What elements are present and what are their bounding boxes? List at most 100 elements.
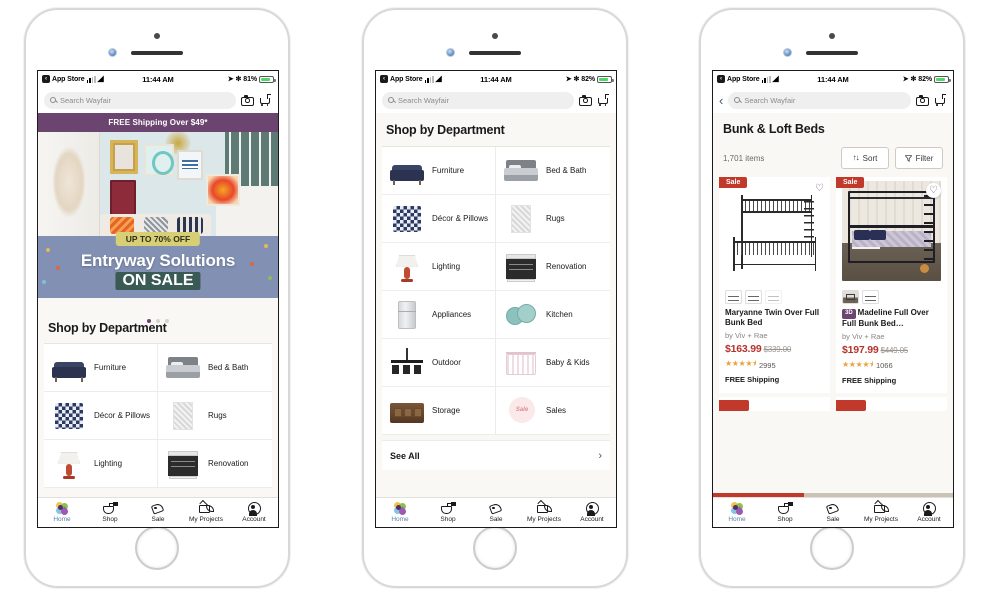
- flower-home-icon: [729, 500, 745, 517]
- tab-home[interactable]: Home: [713, 500, 761, 523]
- tab-account[interactable]: Account: [230, 502, 278, 523]
- swatch-thumbnail[interactable]: [842, 290, 859, 304]
- badge-3d: 3D: [842, 309, 856, 319]
- departments-scroll-content: Shop by Department Furniture Bed & Bath …: [376, 113, 616, 497]
- front-camera-icon: [446, 48, 455, 57]
- product-image[interactable]: Sale ♡: [836, 177, 947, 285]
- department-item-renovation[interactable]: Renovation: [496, 243, 610, 291]
- carousel-dot-1[interactable]: [147, 319, 151, 323]
- camera-icon[interactable]: [579, 94, 592, 106]
- department-item-bed-bath[interactable]: Bed & Bath: [158, 344, 272, 392]
- search-input[interactable]: Search Wayfair: [44, 91, 236, 109]
- department-label: Storage: [432, 406, 461, 415]
- home-button[interactable]: [810, 526, 854, 570]
- tab-label: Sale: [151, 516, 165, 523]
- department-label: Bed & Bath: [208, 363, 249, 372]
- tab-home[interactable]: Home: [38, 500, 86, 523]
- tab-home[interactable]: Home: [376, 500, 424, 523]
- camera-icon[interactable]: [916, 94, 929, 106]
- hero-carousel[interactable]: UP TO 70% OFF Entryway Solutions ON SALE: [38, 132, 278, 298]
- location-arrow-icon: ➤: [227, 76, 234, 83]
- department-item-kitchen[interactable]: Kitchen: [496, 291, 610, 339]
- tab-account[interactable]: Account: [905, 502, 953, 523]
- department-item-appliances[interactable]: Appliances: [382, 291, 496, 339]
- search-input[interactable]: Search Wayfair: [728, 91, 911, 109]
- promo-banner[interactable]: FREE Shipping Over $49*: [38, 113, 278, 132]
- tab-sale[interactable]: Sale: [472, 502, 520, 523]
- rug-icon: [502, 202, 540, 236]
- star-rating-icon: ★★★★⯨: [725, 359, 756, 368]
- battery-percent: 81%: [243, 75, 257, 83]
- home-button[interactable]: [473, 526, 517, 570]
- swatch-thumbnail[interactable]: [765, 290, 782, 304]
- tab-shop[interactable]: Shop: [86, 502, 134, 523]
- swatch-thumbnail[interactable]: [745, 290, 762, 304]
- tab-sale[interactable]: Sale: [809, 502, 857, 523]
- department-item-furniture[interactable]: Furniture: [382, 147, 496, 195]
- status-bar: ‹ App Store ◢ 11:44 AM ➤ ✻ 82%: [713, 71, 953, 87]
- tab-account[interactable]: Account: [568, 502, 616, 523]
- department-label: Lighting: [94, 459, 123, 468]
- department-item-renovation[interactable]: Renovation: [158, 440, 272, 488]
- carousel-dot-3[interactable]: [165, 319, 169, 323]
- hero-frame-red: [110, 180, 136, 216]
- hero-discount-badge: UP TO 70% OFF: [115, 232, 201, 246]
- sofa-icon: [50, 351, 88, 385]
- filter-button[interactable]: Filter: [895, 147, 943, 169]
- department-item-decor-pillows[interactable]: Décor & Pillows: [44, 392, 158, 440]
- status-app-label: App Store: [52, 75, 85, 83]
- bunk-bed-photo: [842, 181, 941, 281]
- star-rating-icon: ★★★★⯨: [842, 359, 873, 369]
- battery-icon: [259, 75, 276, 83]
- tab-label: Shop: [777, 516, 793, 523]
- product-card[interactable]: Sale ♡: [719, 177, 830, 393]
- tab-my-projects[interactable]: My Projects: [182, 499, 230, 523]
- tab-shop[interactable]: Shop: [424, 502, 472, 523]
- department-item-outdoor[interactable]: Outdoor: [382, 339, 496, 387]
- department-item-rugs[interactable]: Rugs: [496, 195, 610, 243]
- swatch-thumbnail[interactable]: [862, 290, 879, 304]
- carousel-dots[interactable]: [38, 319, 278, 323]
- product-card-partial[interactable]: [719, 396, 830, 411]
- battery-percent: 82%: [918, 75, 932, 83]
- see-all-button[interactable]: See All ›: [382, 440, 610, 470]
- crib-icon: [502, 346, 540, 380]
- carousel-dot-2[interactable]: [156, 319, 160, 323]
- department-item-lighting[interactable]: Lighting: [44, 440, 158, 488]
- home-button[interactable]: [135, 526, 179, 570]
- swatch-thumbnail[interactable]: [725, 290, 742, 304]
- tab-my-projects[interactable]: My Projects: [520, 499, 568, 523]
- tab-sale[interactable]: Sale: [134, 502, 182, 523]
- department-item-bed-bath[interactable]: Bed & Bath: [496, 147, 610, 195]
- department-item-sales[interactable]: Sale Sales: [496, 387, 610, 435]
- heart-outline-icon[interactable]: ♡: [815, 183, 824, 194]
- department-item-furniture[interactable]: Furniture: [44, 344, 158, 392]
- shopping-cart-icon[interactable]: [934, 94, 947, 106]
- department-label: Lighting: [432, 262, 461, 271]
- tab-my-projects[interactable]: My Projects: [857, 499, 905, 523]
- search-input[interactable]: Search Wayfair: [382, 91, 574, 109]
- product-card-partial[interactable]: [836, 396, 947, 411]
- heart-outline-icon[interactable]: ♡: [926, 183, 941, 198]
- rating-count: 1066: [875, 361, 893, 370]
- department-item-lighting[interactable]: Lighting: [382, 243, 496, 291]
- cabinet-icon: [502, 250, 540, 284]
- department-item-decor-pillows[interactable]: Décor & Pillows: [382, 195, 496, 243]
- status-bar: ‹ App Store ◢ 11:44 AM ➤ ✻ 82%: [376, 71, 616, 87]
- bluetooth-icon: ✻: [235, 76, 242, 83]
- sort-button[interactable]: ↑↓ Sort: [841, 147, 889, 169]
- sofa-icon: [388, 154, 426, 188]
- camera-icon[interactable]: [241, 94, 254, 106]
- department-item-storage[interactable]: Storage: [382, 387, 496, 435]
- earpiece-speaker: [806, 51, 858, 55]
- chevron-left-icon[interactable]: ‹: [719, 94, 723, 107]
- tab-shop[interactable]: Shop: [761, 502, 809, 523]
- product-price-row: $197.99 $449.05: [842, 344, 941, 356]
- shopping-cart-icon[interactable]: [259, 94, 272, 106]
- shopping-cart-icon[interactable]: [597, 94, 610, 106]
- product-image[interactable]: Sale ♡: [719, 177, 830, 285]
- product-card[interactable]: Sale ♡: [836, 177, 947, 393]
- department-item-rugs[interactable]: Rugs: [158, 392, 272, 440]
- search-icon: [388, 97, 394, 103]
- department-item-baby-kids[interactable]: Baby & Kids: [496, 339, 610, 387]
